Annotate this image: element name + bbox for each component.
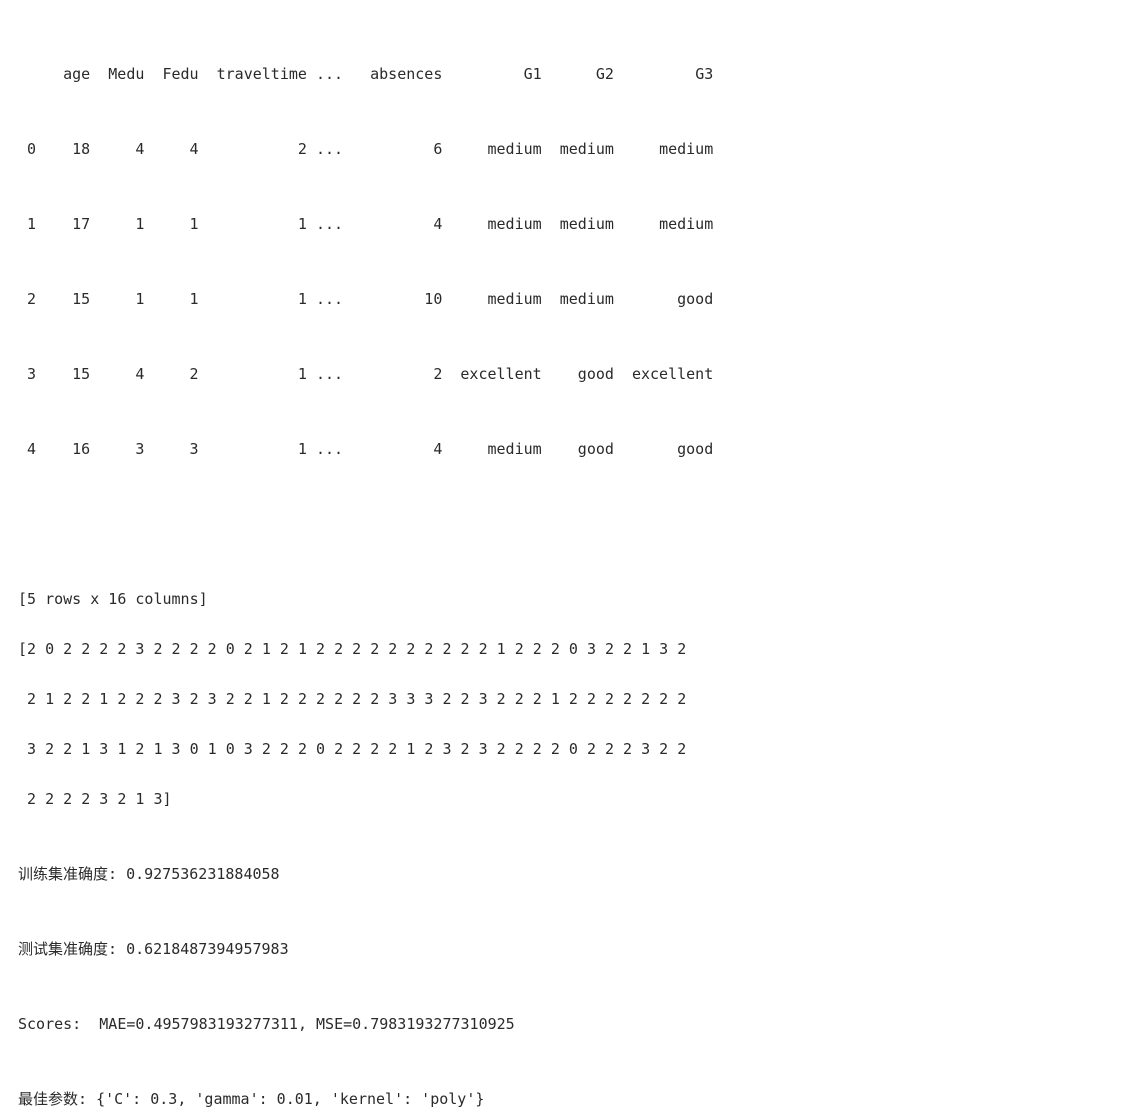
- cell-g2: good: [542, 437, 614, 462]
- cell-fedu: 3: [144, 437, 198, 462]
- col-medu: Medu: [90, 62, 144, 87]
- cell-traveltime: 1: [199, 287, 307, 312]
- train-accuracy-label: 训练集准确度:: [18, 865, 126, 883]
- test-accuracy-label: 测试集准确度:: [18, 940, 126, 958]
- col-g2: G2: [542, 62, 614, 87]
- col-age: age: [36, 62, 90, 87]
- cell-medu: 1: [90, 212, 144, 237]
- col-absences: absences: [352, 62, 442, 87]
- best-params-label: 最佳参数:: [18, 1090, 96, 1108]
- train-accuracy-value: 0.927536231884058: [126, 865, 280, 883]
- cell-traveltime: 1: [199, 362, 307, 387]
- cell-medu: 1: [90, 287, 144, 312]
- col-fedu: Fedu: [144, 62, 198, 87]
- cell-dots: ...: [307, 437, 352, 462]
- cell-dots: ...: [307, 362, 352, 387]
- test-accuracy-value: 0.6218487394957983: [126, 940, 289, 958]
- prediction-array-line: [2 0 2 2 2 2 3 2 2 2 2 0 2 1 2 1 2 2 2 2…: [18, 637, 1118, 662]
- cell-age: 17: [36, 212, 90, 237]
- cell-g1: medium: [442, 437, 541, 462]
- cell-g2: good: [542, 362, 614, 387]
- cell-dots: ...: [307, 287, 352, 312]
- cell-index: 0: [18, 137, 36, 162]
- shape-summary: [5 rows x 16 columns]: [18, 587, 1118, 612]
- col-g1: G1: [442, 62, 541, 87]
- table-row: 215111...10mediummediumgood: [18, 287, 1118, 312]
- cell-index: 2: [18, 287, 36, 312]
- cell-absences: 4: [352, 437, 442, 462]
- cell-age: 18: [36, 137, 90, 162]
- cell-fedu: 4: [144, 137, 198, 162]
- cell-medu: 4: [90, 362, 144, 387]
- table-header-row: ageMeduFedutraveltime...absencesG1G2G3: [18, 62, 1118, 87]
- cell-fedu: 1: [144, 287, 198, 312]
- col-ellipsis: ...: [307, 62, 352, 87]
- cell-absences: 4: [352, 212, 442, 237]
- cell-index: 3: [18, 362, 36, 387]
- prediction-array-line: 2 2 2 2 3 2 1 3]: [18, 787, 1118, 812]
- table-row: 315421...2excellentgoodexcellent: [18, 362, 1118, 387]
- cell-g3: medium: [614, 212, 713, 237]
- cell-index: 1: [18, 212, 36, 237]
- cell-g3: excellent: [614, 362, 713, 387]
- cell-medu: 3: [90, 437, 144, 462]
- cell-g1: medium: [442, 137, 541, 162]
- cell-fedu: 1: [144, 212, 198, 237]
- col-g3: G3: [614, 62, 713, 87]
- cell-g1: medium: [442, 287, 541, 312]
- col-traveltime: traveltime: [199, 62, 307, 87]
- cell-traveltime: 1: [199, 212, 307, 237]
- console-output: ageMeduFedutraveltime...absencesG1G2G3 0…: [0, 0, 1136, 1114]
- cell-medu: 4: [90, 137, 144, 162]
- cell-absences: 10: [352, 287, 442, 312]
- cell-g1: excellent: [442, 362, 541, 387]
- test-accuracy-line: 测试集准确度: 0.6218487394957983: [18, 937, 1118, 962]
- cell-traveltime: 2: [199, 137, 307, 162]
- train-accuracy-line: 训练集准确度: 0.927536231884058: [18, 862, 1118, 887]
- cell-g2: medium: [542, 137, 614, 162]
- cell-g2: medium: [542, 287, 614, 312]
- cell-g3: medium: [614, 137, 713, 162]
- blank-line: [18, 512, 1118, 537]
- best-params-line: 最佳参数: {'C': 0.3, 'gamma': 0.01, 'kernel'…: [18, 1087, 1118, 1112]
- table-row: 117111...4mediummediummedium: [18, 212, 1118, 237]
- cell-dots: ...: [307, 212, 352, 237]
- table-row: 018442...6mediummediummedium: [18, 137, 1118, 162]
- cell-fedu: 2: [144, 362, 198, 387]
- cell-absences: 6: [352, 137, 442, 162]
- cell-index: 4: [18, 437, 36, 462]
- best-params-value: {'C': 0.3, 'gamma': 0.01, 'kernel': 'pol…: [96, 1090, 484, 1108]
- cell-age: 15: [36, 287, 90, 312]
- cell-g2: medium: [542, 212, 614, 237]
- cell-age: 16: [36, 437, 90, 462]
- prediction-array-line: 3 2 2 1 3 1 2 1 3 0 1 0 3 2 2 2 0 2 2 2 …: [18, 737, 1118, 762]
- prediction-array-line: 2 1 2 2 1 2 2 2 3 2 3 2 2 1 2 2 2 2 2 2 …: [18, 687, 1118, 712]
- cell-absences: 2: [352, 362, 442, 387]
- cell-traveltime: 1: [199, 437, 307, 462]
- cell-g1: medium: [442, 212, 541, 237]
- cell-dots: ...: [307, 137, 352, 162]
- scores-line: Scores: MAE=0.4957983193277311, MSE=0.79…: [18, 1012, 1118, 1037]
- cell-g3: good: [614, 287, 713, 312]
- cell-age: 15: [36, 362, 90, 387]
- table-row: 416331...4mediumgoodgood: [18, 437, 1118, 462]
- cell-g3: good: [614, 437, 713, 462]
